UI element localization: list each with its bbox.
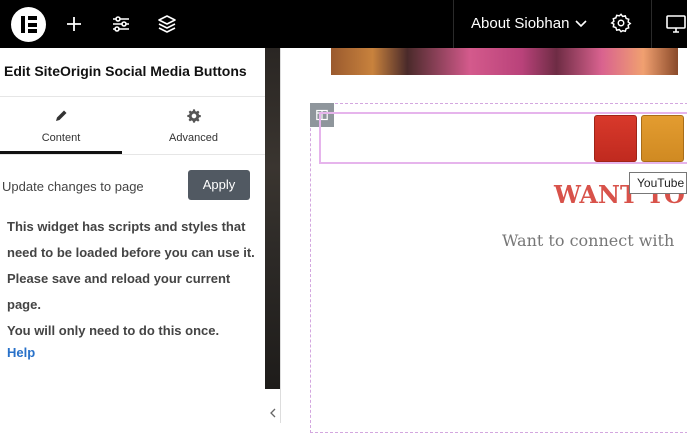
responsive-mode-button[interactable] [651,0,687,48]
canvas-background-strip [265,48,280,389]
site-title-dropdown[interactable]: About Siobhan [453,0,636,48]
plus-icon[interactable] [62,12,86,36]
canvas-border [280,48,281,423]
social-button-youtube[interactable] [641,115,684,162]
widget-notice: This widget has scripts and styles that … [7,214,257,344]
notice-line: page. [7,297,41,312]
tab-content[interactable]: Content [0,97,122,154]
update-changes-label: Update changes to page [2,179,144,194]
elementor-logo[interactable] [11,7,46,42]
social-button-red[interactable] [594,115,637,162]
notice-line: need to be loaded before you can use it. [7,245,255,260]
pencil-icon [56,110,67,121]
notice-line: You will only need to do this once. [7,323,220,338]
layers-icon[interactable] [155,12,179,36]
top-bar: About Siobhan [0,0,687,48]
editor-panel: Edit SiteOrigin Social Media Buttons Con… [0,48,265,423]
tab-advanced[interactable]: Advanced [122,97,265,154]
gear-icon[interactable] [610,12,632,34]
apply-button[interactable]: Apply [188,170,250,200]
gear-icon [186,109,201,123]
sliders-icon[interactable] [109,12,133,36]
panel-title: Edit SiteOrigin Social Media Buttons [4,63,247,79]
collapse-panel-button[interactable] [265,389,280,423]
tooltip: YouTube [629,172,687,194]
notice-line: Please save and reload your current [7,271,231,286]
site-title: About Siobhan [471,15,570,32]
hero-image [331,48,678,75]
tab-content-label: Content [41,132,81,144]
tab-advanced-label: Advanced [169,132,218,144]
chevron-down-icon [575,20,587,28]
notice-line: This widget has scripts and styles that [7,219,246,234]
chevron-left-icon [270,408,276,418]
help-link[interactable]: Help [7,345,35,360]
section-subtext: Want to connect with [502,231,675,250]
desktop-icon [666,15,686,33]
divider [0,154,265,155]
